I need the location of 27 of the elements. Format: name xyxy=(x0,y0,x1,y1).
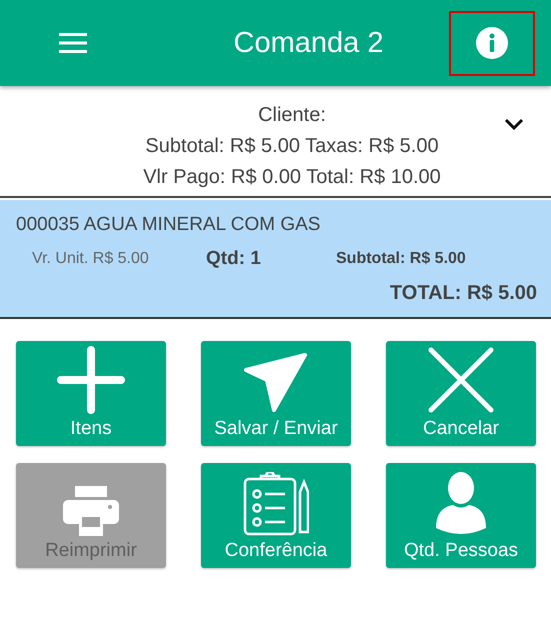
expand-button[interactable] xyxy=(504,118,526,132)
menu-icon xyxy=(59,32,87,54)
menu-button[interactable] xyxy=(58,31,88,55)
item-subtotal: Subtotal: R$ 5.00 xyxy=(336,250,466,268)
action-button[interactable]: Salvar / Enviar xyxy=(201,341,351,446)
checklist-icon xyxy=(243,472,309,536)
close-icon xyxy=(427,346,495,414)
action-button[interactable]: Itens xyxy=(16,341,166,446)
summary-line: Cliente: xyxy=(258,103,326,128)
screen-title: Comanda 2 xyxy=(234,26,384,60)
unit-price: Vr. Unit. R$ 5.00 xyxy=(32,250,150,268)
send-icon xyxy=(243,352,309,414)
action-button[interactable]: Qtd. Pessoas xyxy=(386,463,536,568)
action-button[interactable]: Conferência xyxy=(201,463,351,568)
person-icon xyxy=(435,472,487,536)
action-button[interactable]: Cancelar xyxy=(386,341,536,446)
item-total: TOTAL: R$ 5.00 xyxy=(390,282,537,305)
plus-icon xyxy=(57,346,125,414)
summary-line: Subtotal: R$ 5.00 Taxas: R$ 5.00 xyxy=(145,134,439,159)
item-name: 000035 AGUA MINERAL COM GAS xyxy=(16,214,322,236)
item-quantity: Qtd: 1 xyxy=(206,248,262,270)
order-item[interactable]: 000035 AGUA MINERAL COM GAS Vr. Unit. R$ 5.00 Qtd: 1 Subtotal: R$ 5.00 TOTAL: R$ 5.00 xyxy=(0,200,551,319)
summary-line: Vlr Pago: R$ 0.00 Total: R$ 10.00 xyxy=(143,165,441,190)
info-icon xyxy=(476,27,508,59)
printer-icon xyxy=(63,486,119,536)
info-button[interactable] xyxy=(449,10,535,76)
chevron-icon xyxy=(504,118,524,130)
